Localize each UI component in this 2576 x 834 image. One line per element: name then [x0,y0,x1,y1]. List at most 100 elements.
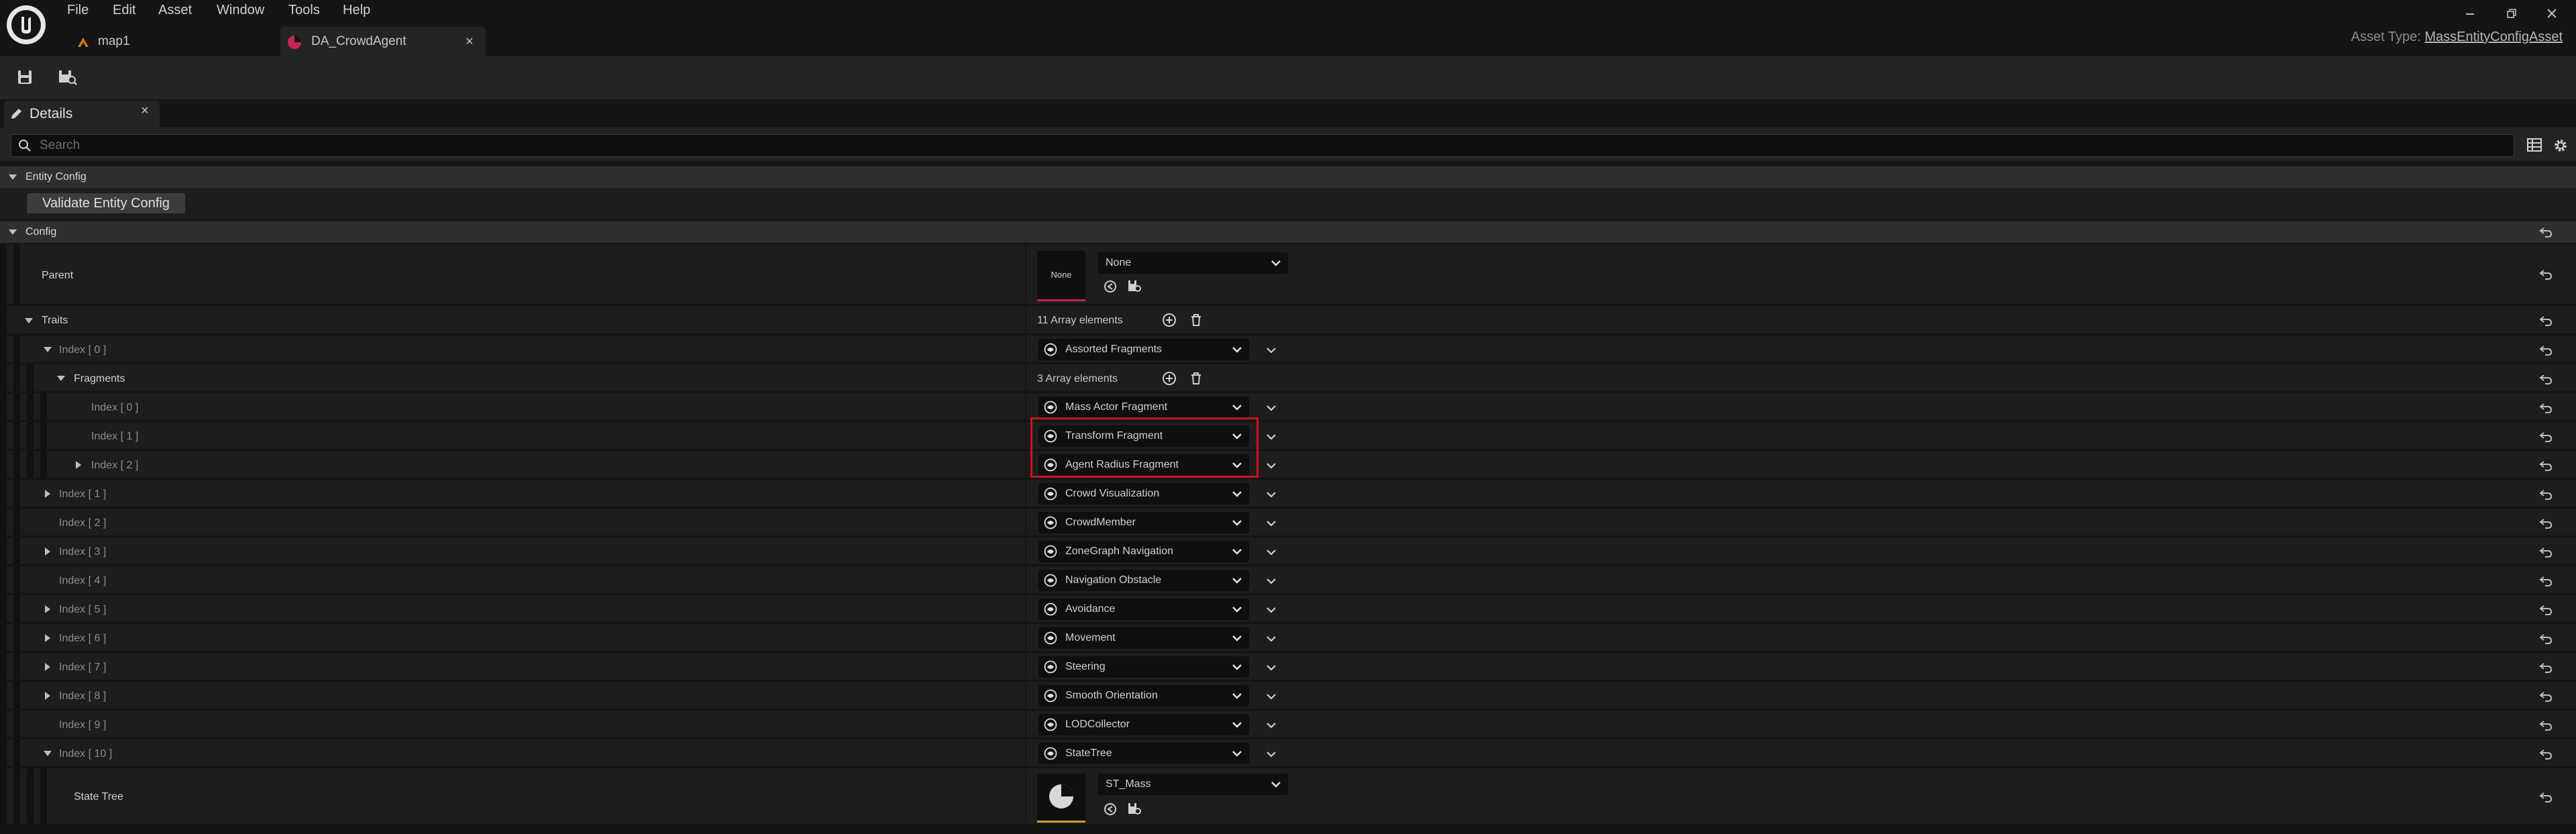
delete-icon[interactable] [1189,313,1203,327]
trait-class-picker[interactable]: ZoneGraph Navigation [1038,541,1249,562]
category-config[interactable]: Config [0,221,2576,243]
menu-file[interactable]: File [67,0,89,20]
reset-icon[interactable] [2538,718,2553,733]
trait-class-picker[interactable]: Assorted Fragments [1038,339,1249,360]
reset-icon[interactable] [2538,372,2553,386]
menu-window[interactable]: Window [217,0,264,20]
chevron-right-icon[interactable] [43,633,52,643]
trait-class-picker[interactable]: Steering [1038,656,1249,678]
combo-value: Avoidance [1065,603,1116,615]
close-icon[interactable]: × [141,103,149,119]
reset-icon[interactable] [2538,545,2553,560]
chevron-down-icon[interactable] [1265,346,1277,354]
validate-entity-config-button[interactable]: Validate Entity Config [27,193,185,213]
close-window-icon[interactable] [2545,7,2559,20]
chevron-down-icon[interactable] [1265,577,1277,585]
trait-class-picker[interactable]: StateTree [1038,743,1249,764]
reset-icon[interactable] [2538,790,2553,804]
chevron-right-icon[interactable] [43,547,52,556]
reset-icon[interactable] [2538,689,2553,704]
chevron-down-icon[interactable] [24,316,34,325]
chevron-down-icon[interactable] [1265,490,1277,499]
table-icon[interactable] [2526,137,2542,153]
chevron-right-icon[interactable] [43,605,52,614]
property-label: Index [ 1 ] [91,431,139,442]
reset-icon[interactable] [2538,458,2553,473]
add-icon[interactable] [1162,313,1177,327]
asset-thumbnail-label: None [1051,270,1072,280]
reset-icon[interactable] [2538,313,2553,328]
reset-icon[interactable] [2538,225,2553,240]
restore-icon[interactable] [2505,7,2518,20]
search-field[interactable] [11,134,2514,157]
tab-details[interactable]: Details × [4,101,160,127]
reset-icon[interactable] [2538,631,2553,646]
menu-edit[interactable]: Edit [113,0,136,20]
chevron-down-icon[interactable] [1265,462,1277,470]
state-tree-thumbnail[interactable] [1037,774,1085,823]
chevron-down-icon[interactable] [1265,519,1277,527]
chevron-down-icon[interactable] [56,374,66,383]
trait-class-picker[interactable]: Crowd Visualization [1038,483,1249,505]
chevron-right-icon[interactable] [43,489,52,499]
trait-class-picker[interactable]: CrowdMember [1038,512,1249,533]
delete-icon[interactable] [1189,371,1203,386]
browse-icon[interactable] [1127,279,1143,294]
category-entity-config[interactable]: Entity Config [0,166,2576,188]
tab-map[interactable]: map1 [72,27,274,56]
asset-type-link[interactable]: MassEntityConfigAsset [2424,30,2563,44]
state-tree-asset-picker[interactable]: ST_Mass [1097,774,1288,795]
chevron-right-icon[interactable] [74,460,83,470]
class-icon [1044,516,1057,529]
property-row-trait: Index [ 10 ] StateTree [0,739,2576,768]
chevron-down-icon[interactable] [43,345,52,354]
chevron-right-icon[interactable] [43,662,52,672]
chevron-down-icon[interactable] [1265,635,1277,643]
reset-icon[interactable] [2538,267,2553,282]
chevron-down-icon[interactable] [1265,664,1277,672]
reset-icon[interactable] [2538,487,2553,502]
reset-icon[interactable] [2538,603,2553,617]
menu-tools[interactable]: Tools [288,0,320,20]
chevron-down-icon[interactable] [1265,548,1277,556]
trait-class-picker[interactable]: Navigation Obstacle [1038,570,1249,591]
chevron-down-icon[interactable] [1265,721,1277,729]
chevron-down-icon[interactable] [1265,606,1277,614]
save-icon[interactable] [16,68,34,86]
trait-class-picker[interactable]: Smooth Orientation [1038,685,1249,707]
minimize-icon[interactable] [2463,7,2477,20]
menu-asset[interactable]: Asset [158,0,192,20]
reset-icon[interactable] [2538,429,2553,444]
chevron-down-icon[interactable] [1265,692,1277,700]
reset-icon[interactable] [2538,401,2553,415]
reset-icon[interactable] [2538,343,2553,358]
chevron-down-icon[interactable] [1265,433,1277,441]
reset-icon[interactable] [2538,660,2553,675]
use-selected-icon[interactable] [1103,802,1118,817]
chevron-down-icon[interactable] [1265,404,1277,412]
class-icon [1044,487,1057,501]
trait-class-picker[interactable]: Avoidance [1038,598,1249,620]
parent-asset-picker[interactable]: None [1097,252,1288,274]
use-selected-icon[interactable] [1103,279,1118,294]
close-icon[interactable]: × [466,27,474,56]
menu-help[interactable]: Help [343,0,370,20]
trait-class-picker[interactable]: Movement [1038,627,1249,649]
reset-icon[interactable] [2538,516,2553,531]
unreal-logo-icon[interactable] [7,5,46,44]
fragment-class-picker[interactable]: Mass Actor Fragment [1038,397,1249,418]
search-icon [18,139,32,152]
reset-icon[interactable] [2538,747,2553,762]
browse-icon[interactable] [1127,802,1143,817]
search-input[interactable] [38,135,2456,156]
tab-asset[interactable]: DA_CrowdAgent × [280,27,486,56]
gear-icon[interactable] [2552,137,2569,154]
trait-class-picker[interactable]: LODCollector [1038,714,1249,735]
browse-icon[interactable] [58,68,78,86]
chevron-right-icon[interactable] [43,691,52,700]
reset-icon[interactable] [2538,574,2553,588]
chevron-down-icon[interactable] [1265,750,1277,758]
asset-thumbnail[interactable]: None [1037,251,1085,301]
add-icon[interactable] [1162,371,1177,386]
chevron-down-icon[interactable] [43,749,52,758]
